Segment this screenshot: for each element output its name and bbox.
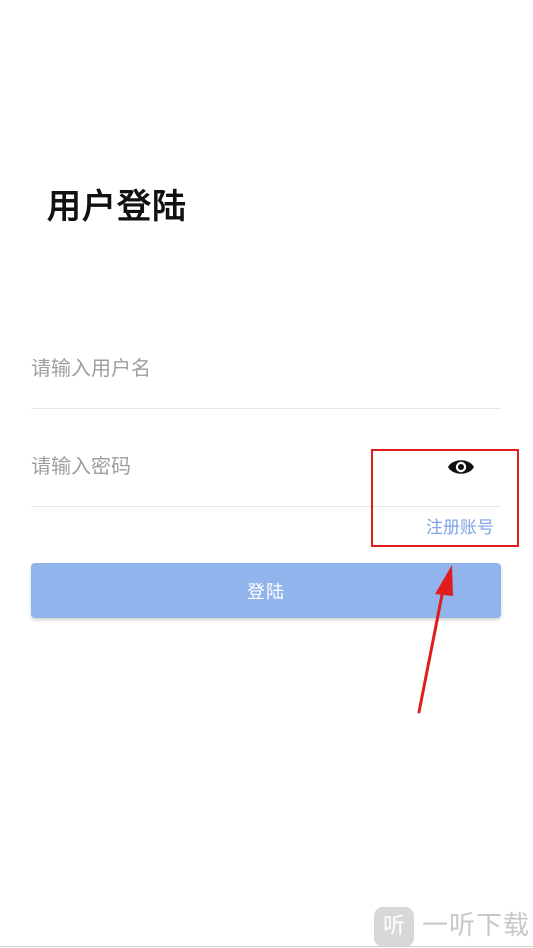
eye-icon[interactable] bbox=[447, 455, 475, 479]
username-input[interactable] bbox=[31, 343, 501, 393]
annotation-arrow-icon bbox=[417, 565, 453, 714]
password-input[interactable] bbox=[31, 441, 431, 491]
page-title: 用户登陆 bbox=[47, 187, 187, 227]
watermark-text: 一听下载 bbox=[422, 911, 531, 941]
username-divider bbox=[31, 408, 501, 409]
password-divider bbox=[31, 506, 501, 507]
watermark: 听 一听下载 bbox=[372, 905, 533, 948]
register-link[interactable]: 注册账号 bbox=[426, 516, 494, 540]
watermark-logo-icon: 听 bbox=[374, 907, 414, 947]
bottom-border bbox=[0, 946, 533, 947]
